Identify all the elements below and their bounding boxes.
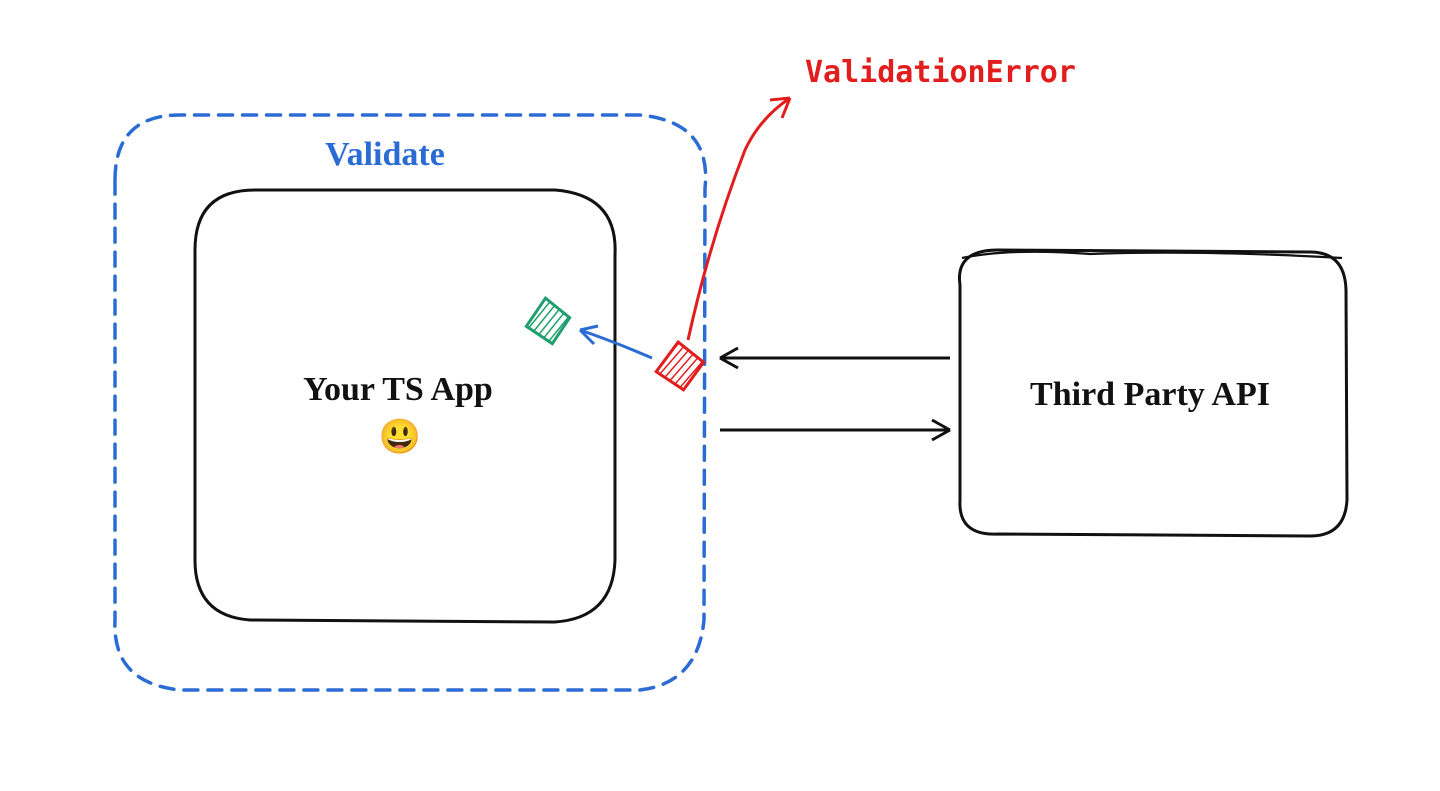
invalid-data-icon [654, 340, 705, 391]
diagram-canvas: Validate Your TS App 😃 Third Party API [0, 0, 1440, 791]
arrow-validate-to-api [720, 420, 950, 440]
app-label: Your TS App [303, 371, 493, 408]
api-label: Third Party API [1030, 376, 1270, 413]
app-box: Your TS App 😃 [195, 190, 615, 622]
validation-error-label: ValidationError [805, 55, 1076, 90]
validate-label: Validate [325, 136, 445, 173]
arrow-api-to-validate [720, 348, 950, 368]
api-box: Third Party API [959, 250, 1347, 536]
smile-emoji: 😃 [379, 418, 421, 456]
